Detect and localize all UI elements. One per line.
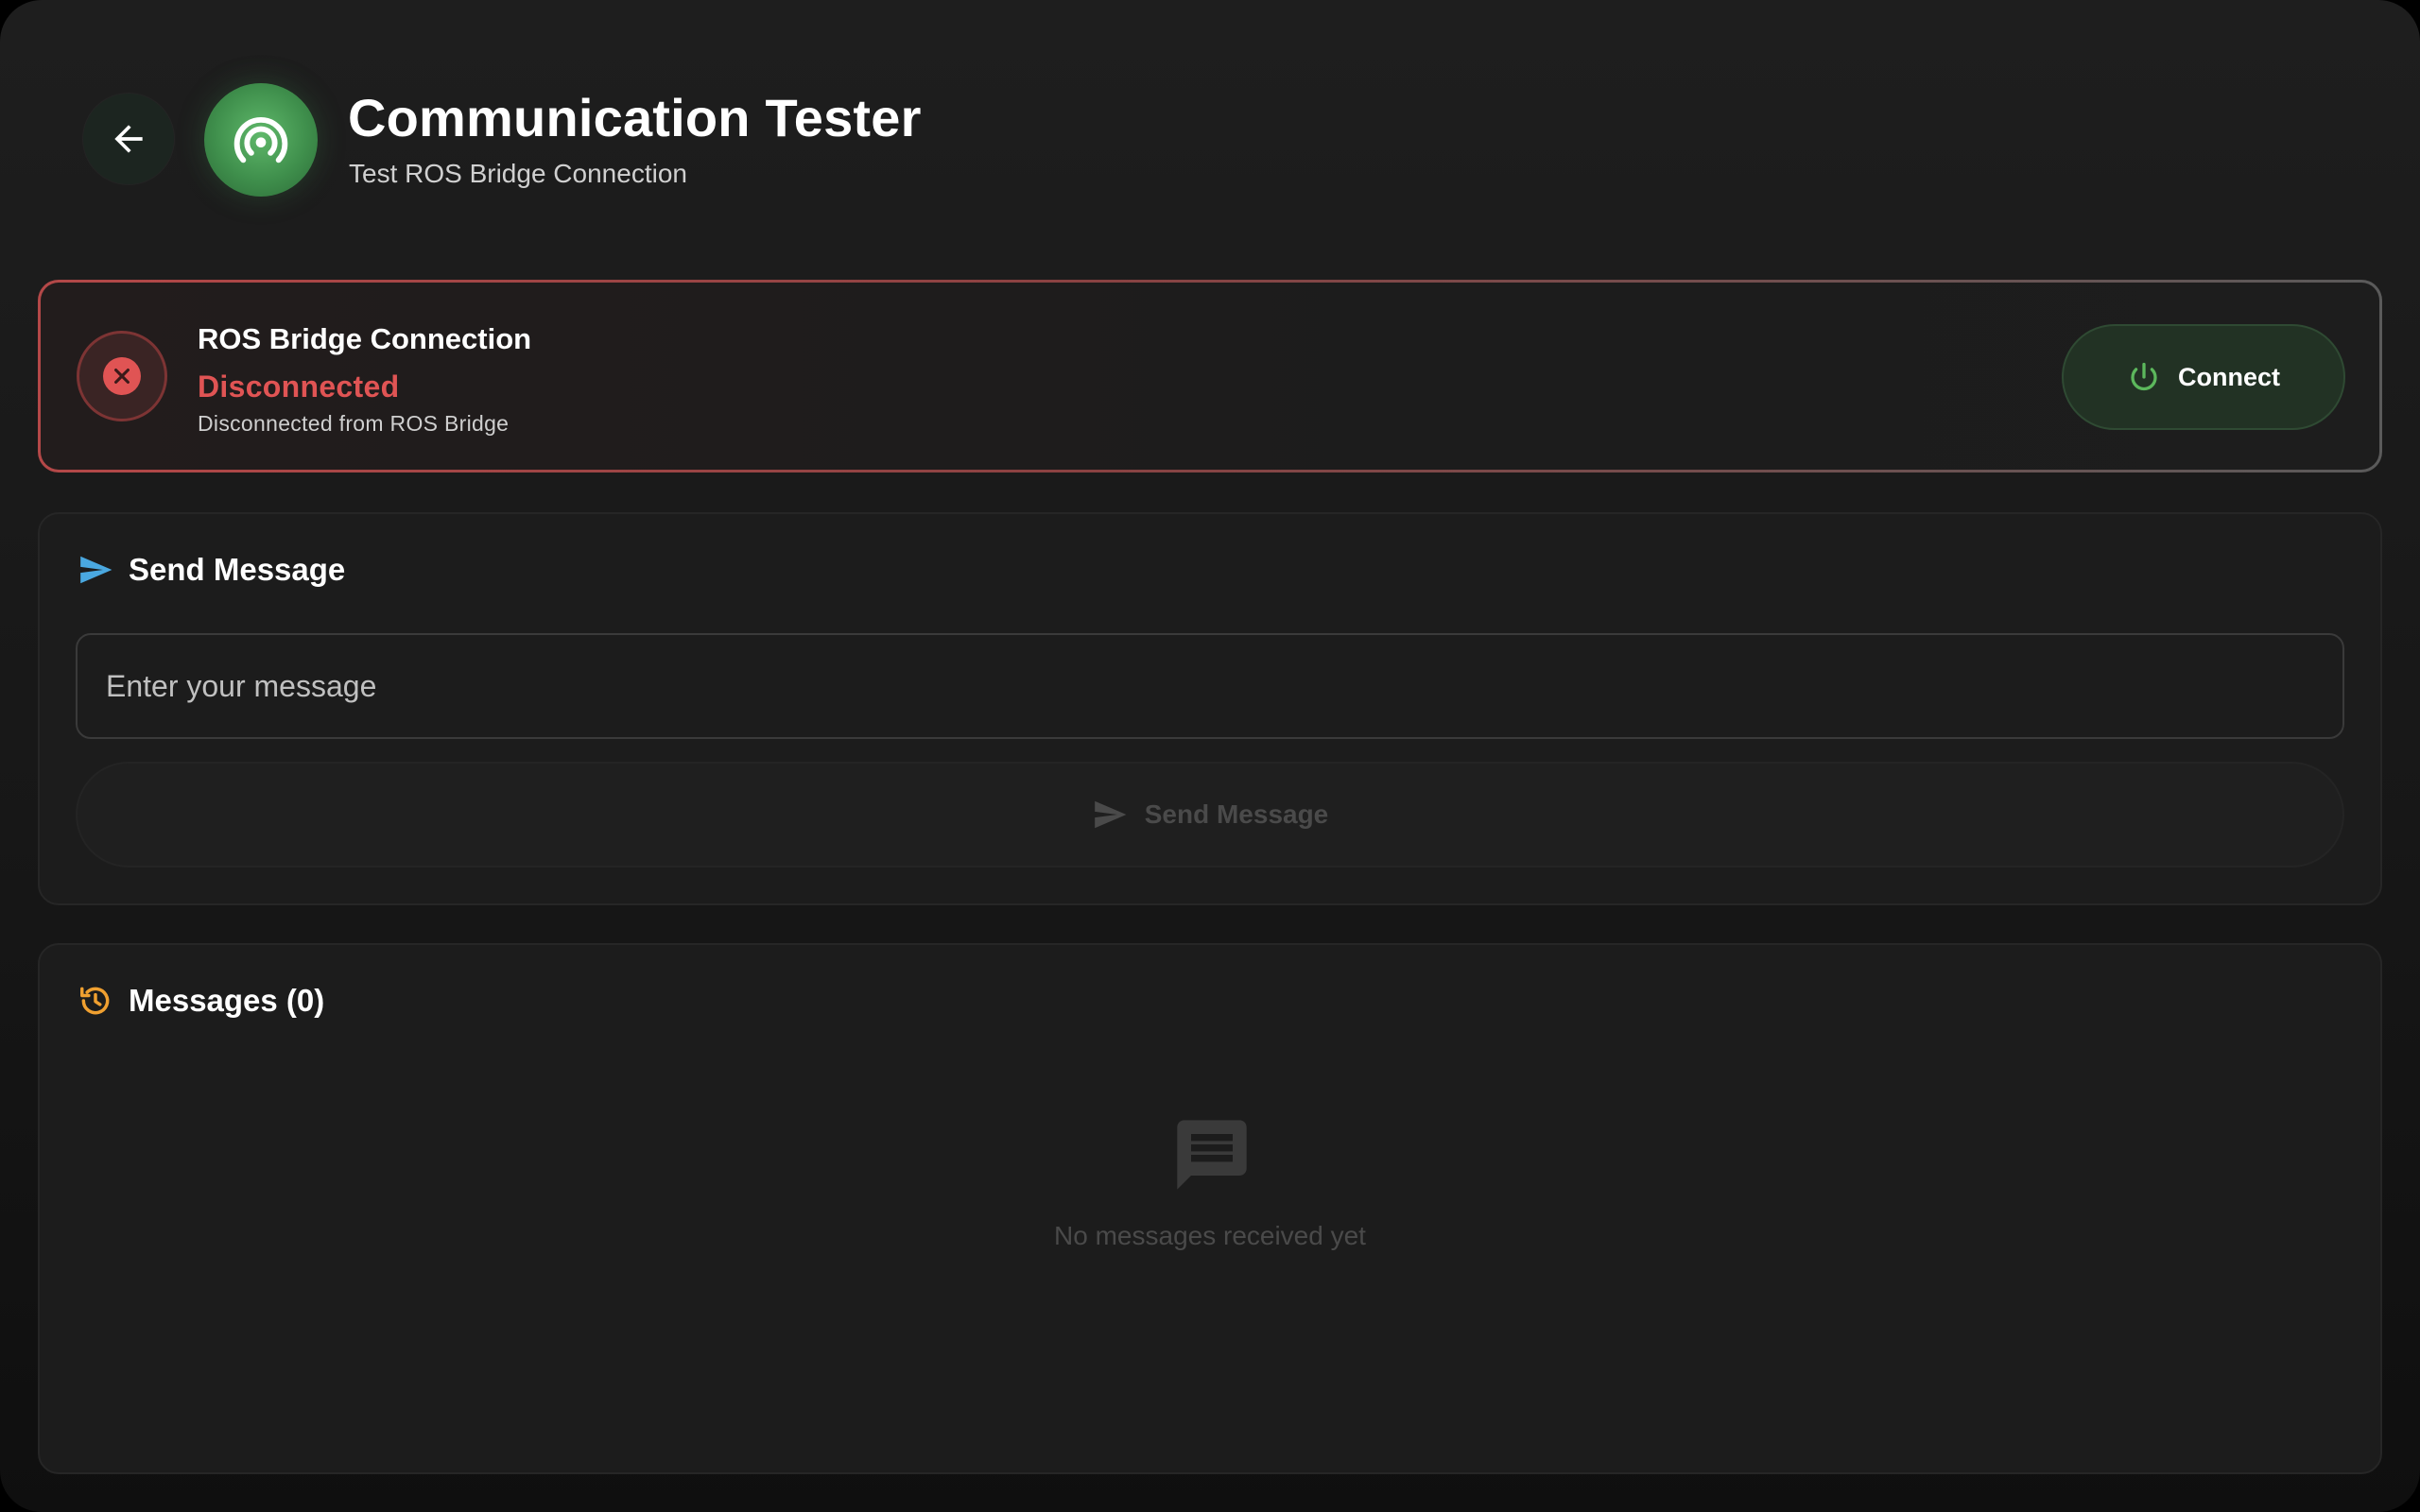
send-button-label: Send Message (1144, 799, 1329, 829)
messages-card-title: Messages (0) (129, 983, 325, 1018)
error-x-icon (103, 357, 141, 395)
page-title: Communication Tester (348, 88, 922, 147)
status-indicator (77, 331, 167, 421)
send-card-title: Send Message (129, 552, 346, 587)
app-logo (204, 83, 318, 197)
empty-state-text: No messages received yet (1054, 1221, 1366, 1250)
app-window: Communication Tester Test ROS Bridge Con… (0, 0, 2420, 1512)
connection-detail: Disconnected from ROS Bridge (198, 411, 510, 436)
connect-button[interactable]: Connect (2062, 324, 2345, 430)
messages-card-header: Messages (0) (78, 983, 324, 1019)
send-message-button[interactable]: Send Message (76, 762, 2344, 868)
messages-card: Messages (0) No messages received yet (38, 943, 2382, 1474)
send-icon (1094, 800, 1127, 829)
power-icon (2131, 362, 2157, 391)
send-card-header: Send Message (78, 552, 345, 588)
back-button[interactable] (83, 94, 174, 184)
connection-card: ROS Bridge Connection Disconnected Disco… (38, 280, 2382, 472)
connect-label: Connect (2178, 362, 2280, 391)
message-input[interactable] (76, 633, 2344, 739)
history-icon (80, 987, 110, 1015)
connection-status: Disconnected (198, 369, 400, 404)
send-icon (80, 556, 112, 584)
connection-title: ROS Bridge Connection (198, 322, 532, 355)
broadcast-icon (233, 116, 288, 163)
send-message-card: Send Message Send Message (38, 512, 2382, 905)
chat-bubble-icon (1177, 1120, 1247, 1190)
arrow-left-icon (114, 125, 143, 153)
page-subtitle: Test ROS Bridge Connection (349, 159, 687, 188)
